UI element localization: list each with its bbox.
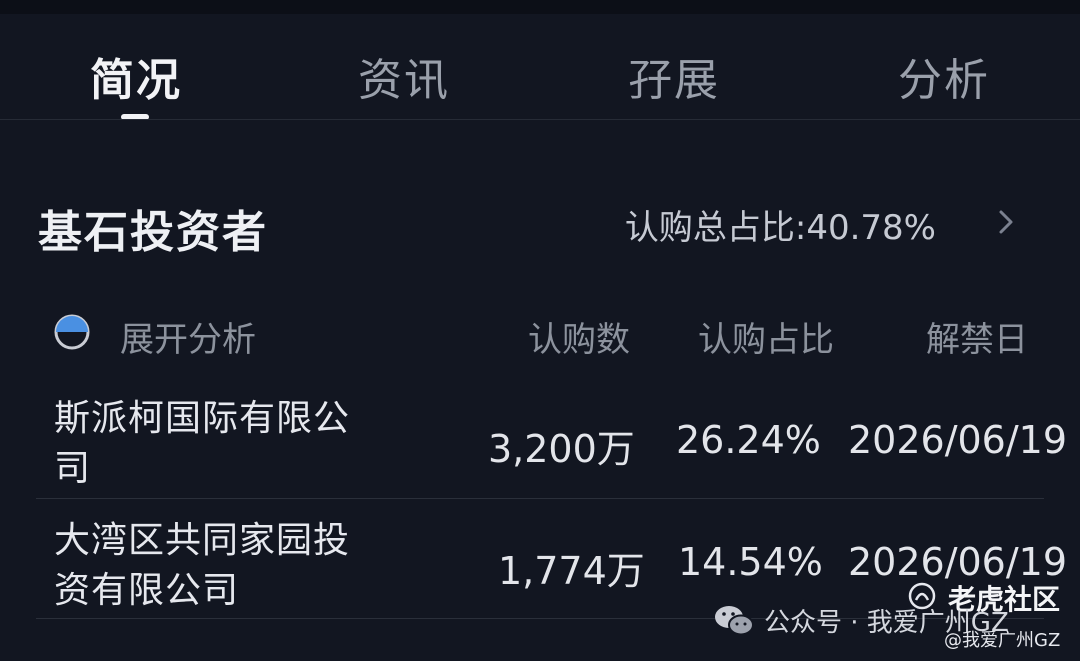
investor-name: 斯派柯国际有限公司 [54,398,351,489]
header-ratio: 认购占比 [698,320,834,360]
table-row[interactable]: 斯派柯国际有限公司 3,200万 26.24% 2026/06/19 [0,386,1080,506]
subscription-ratio: 14.54% [678,540,823,584]
tab-margin[interactable]: 孖展 [628,44,720,108]
subscription-amount: 1,774万 [498,549,645,593]
investor-name: 大湾区共同家园投资有限公司 [54,520,351,611]
status-strip [0,0,1080,14]
subscription-amount: 3,200万 [488,427,635,471]
tab-overview[interactable]: 简况 [90,44,182,108]
wechat-icon [715,606,754,636]
tab-bar: 简况 资讯 孖展 分析 [0,14,1080,120]
expand-analysis-label: 展开分析 [120,320,256,360]
pie-chart-icon [54,314,90,350]
tab-divider [0,119,1080,120]
table-header: 展开分析 认购数 认购占比 解禁日 [0,300,1080,370]
account-watermark: @我爱广州GZ [944,630,1061,651]
subscription-ratio: 26.24% [676,418,821,462]
header-unlock-date: 解禁日 [926,320,1028,360]
section-title: 基石投资者 [38,207,268,258]
subscription-ratio-text: 认购总占比:40.78% [624,208,936,248]
subscription-ratio-link[interactable]: 认购总占比:40.78% [625,200,936,249]
row-divider [36,498,1044,499]
tab-analysis[interactable]: 分析 [898,44,990,108]
unlock-date: 2026/06/19 [848,418,1068,462]
expand-analysis-button[interactable]: 展开分析 [52,312,312,360]
chevron-right-icon[interactable] [996,208,1016,236]
tab-news[interactable]: 资讯 [358,44,450,108]
header-amount: 认购数 [528,320,630,360]
